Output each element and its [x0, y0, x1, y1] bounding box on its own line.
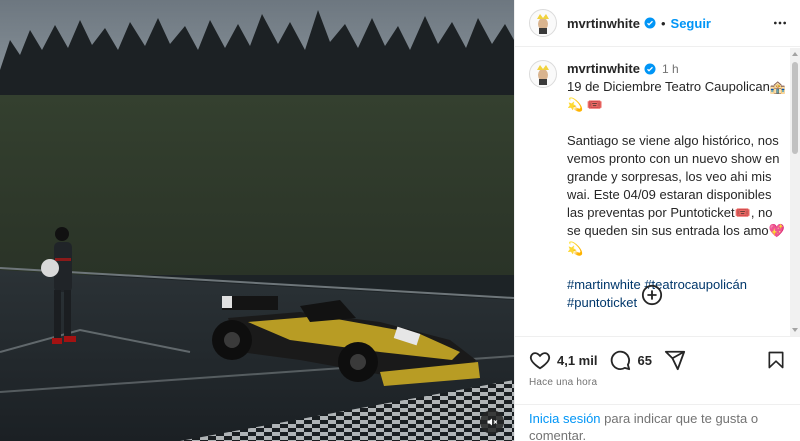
verified-badge-icon	[644, 63, 656, 75]
bookmark-icon	[768, 351, 784, 369]
comment-icon	[611, 350, 631, 371]
post-time[interactable]: 1 h	[662, 60, 679, 78]
login-link[interactable]: Inicia sesión	[529, 411, 601, 426]
scrollbar-thumb[interactable]	[792, 62, 798, 154]
save-button[interactable]	[766, 350, 786, 370]
login-prompt: Inicia sesión para indicar que te gusta …	[515, 404, 800, 441]
like-count[interactable]: 4,1 mil	[557, 353, 597, 368]
caption-username[interactable]: mvrtinwhite	[567, 60, 640, 78]
post-media[interactable]	[0, 0, 514, 441]
hashtag-list: #martinwhite #teatrocaupolicán #puntotic…	[567, 276, 786, 312]
race-car-photo	[0, 0, 514, 441]
scroll-down-arrow-icon[interactable]	[792, 328, 798, 332]
plus-circle-icon	[641, 284, 663, 306]
caption-avatar[interactable]	[529, 60, 557, 88]
posted-time[interactable]: Hace una hora	[515, 375, 800, 388]
comments-section[interactable]: mvrtinwhite 1 h 19 de Diciembre Teatro C…	[515, 48, 800, 336]
profile-picture-icon	[537, 65, 549, 85]
caption-line: 19 de Diciembre Teatro Caupolican🏤💫 🎟️	[567, 79, 787, 112]
load-more-comments-button[interactable]	[641, 284, 663, 311]
post-side-panel: mvrtinwhite • Seguir mvrtinwhite 1 h 19 …	[514, 0, 800, 441]
scroll-up-arrow-icon[interactable]	[792, 52, 798, 56]
post-header: mvrtinwhite • Seguir	[515, 0, 800, 47]
avatar[interactable]	[529, 9, 557, 37]
username[interactable]: mvrtinwhite	[567, 16, 640, 31]
hashtag-link[interactable]: #puntoticket	[567, 295, 637, 310]
caption: mvrtinwhite 1 h 19 de Diciembre Teatro C…	[515, 48, 800, 312]
separator-dot: •	[660, 15, 666, 31]
comment-button[interactable]: 65	[609, 349, 652, 371]
follow-button[interactable]: Seguir	[671, 16, 711, 31]
muted-speaker-icon	[487, 418, 498, 426]
profile-picture-icon	[537, 14, 549, 34]
actions-section: 4,1 mil 65 Hace una hora	[515, 336, 800, 388]
like-button[interactable]: 4,1 mil	[529, 349, 597, 371]
verified-badge-icon	[644, 17, 656, 29]
more-options-icon[interactable]	[772, 15, 788, 31]
comment-count[interactable]: 65	[637, 353, 651, 368]
share-button[interactable]	[664, 349, 686, 371]
comments-scrollbar[interactable]	[790, 48, 800, 336]
mute-button[interactable]	[480, 410, 504, 434]
share-icon	[664, 350, 686, 371]
heart-icon	[529, 352, 551, 370]
hashtag-link[interactable]: #martinwhite	[567, 277, 641, 292]
caption-body: Santiago se viene algo histórico, nos ve…	[567, 133, 785, 256]
